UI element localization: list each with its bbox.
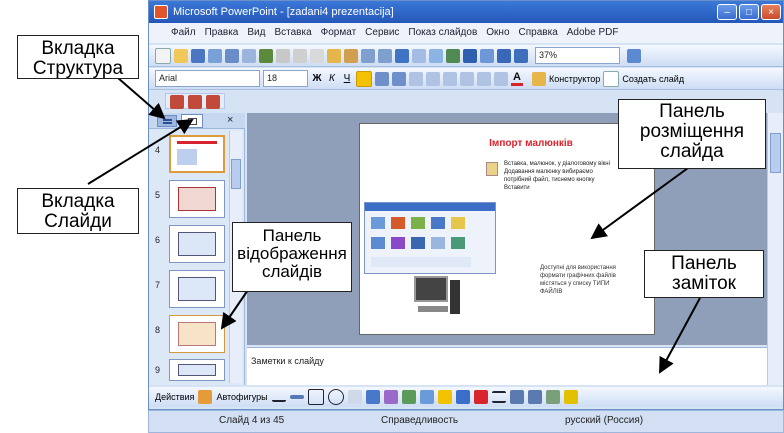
arrow-notes-panel bbox=[659, 297, 701, 374]
arrow-slide-panel bbox=[590, 167, 689, 240]
callout-slides-tab: Вкладка Слайди bbox=[17, 188, 139, 234]
callout-notes-panel: Панель заміток bbox=[644, 250, 764, 298]
arrow-slides-tab bbox=[87, 118, 194, 185]
arrow-slides-panel bbox=[220, 289, 249, 330]
callout-slide-panel: Панель розміщення слайда bbox=[618, 99, 766, 169]
callout-structure-tab: Вкладка Структура bbox=[17, 35, 139, 79]
callout-slides-panel: Панель відображення слайдів bbox=[232, 222, 352, 292]
arrow-structure-tab bbox=[117, 77, 166, 120]
